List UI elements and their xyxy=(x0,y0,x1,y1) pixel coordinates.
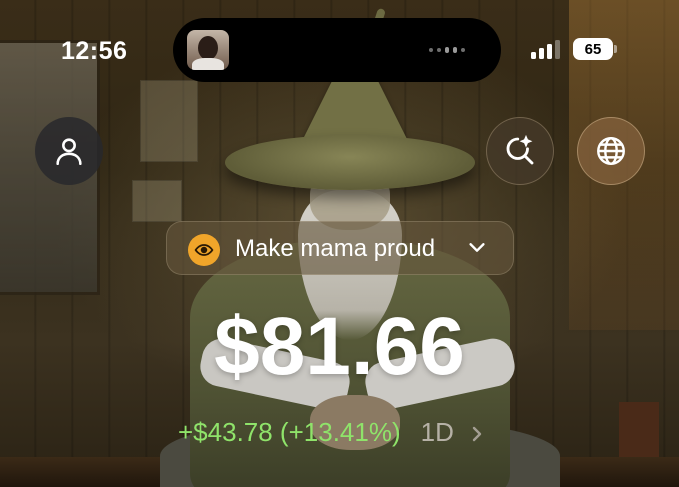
portfolio-selector[interactable]: Make mama proud xyxy=(166,221,514,275)
chevron-right-icon xyxy=(472,426,482,441)
ai-search-button[interactable] xyxy=(486,117,554,185)
battery-cap xyxy=(614,45,617,53)
globe-button[interactable] xyxy=(577,117,645,185)
balance-change: +$43.78 (+13.41%) xyxy=(178,417,401,447)
period-selector[interactable]: 1D xyxy=(421,417,454,448)
person-icon xyxy=(56,138,82,166)
portfolio-name: Make mama proud xyxy=(235,235,436,262)
profile-button[interactable] xyxy=(35,117,103,185)
dynamic-island[interactable] xyxy=(173,18,501,82)
battery-indicator: 65 xyxy=(573,38,613,60)
portfolio-balance: $81.66 xyxy=(214,301,465,392)
background-bench xyxy=(619,402,659,462)
chevron-down-icon[interactable] xyxy=(466,236,488,258)
cellular-signal-icon xyxy=(531,39,560,59)
sparkle-search-icon xyxy=(506,134,534,165)
wallet-home-screen: 12:56 65 Make mama proud $81.66 +$43.78 … xyxy=(0,0,679,487)
globe-icon xyxy=(597,137,625,165)
audio-waveform-icon xyxy=(429,47,465,53)
status-time: 12:56 xyxy=(61,37,128,65)
performance-row[interactable]: +$43.78 (+13.41%) 1D xyxy=(178,417,484,448)
now-playing-artwork xyxy=(187,30,229,70)
eye-icon xyxy=(188,234,220,266)
